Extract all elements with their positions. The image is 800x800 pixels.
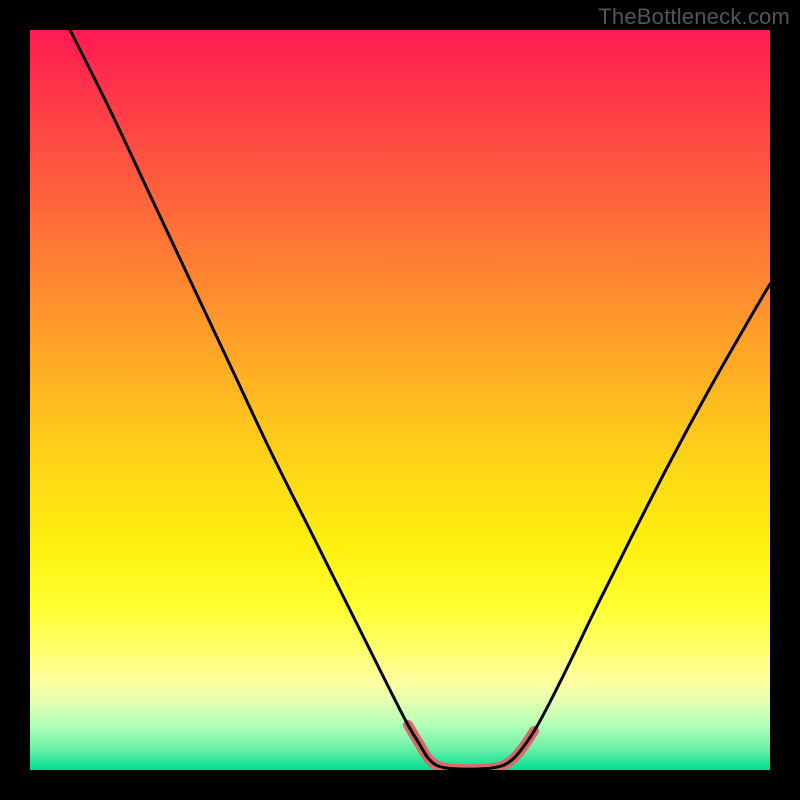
chart-frame: TheBottleneck.com bbox=[0, 0, 800, 800]
curve-layer bbox=[30, 30, 770, 770]
bottom-highlight-path bbox=[408, 725, 534, 769]
watermark-text: TheBottleneck.com bbox=[598, 4, 790, 30]
plot-area bbox=[30, 30, 770, 770]
black-curve-path bbox=[70, 30, 770, 769]
